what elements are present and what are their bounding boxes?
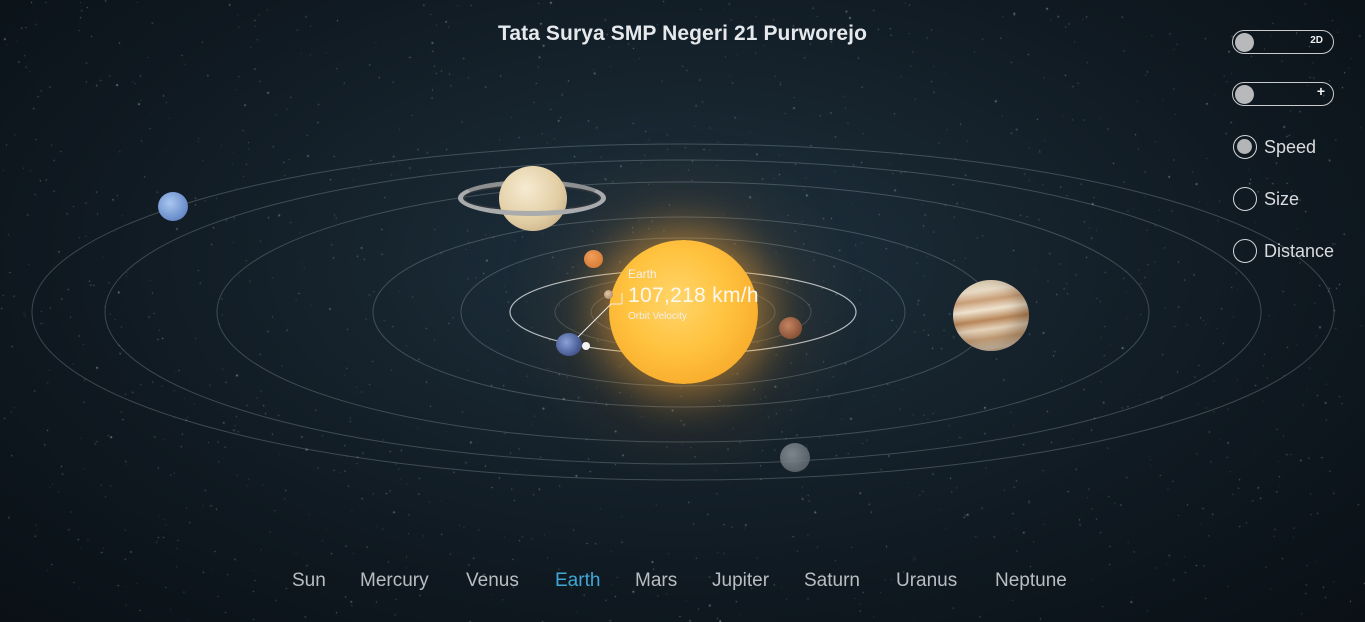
mode-label: Speed	[1264, 137, 1317, 157]
nav-item-earth[interactable]: Earth	[555, 570, 600, 592]
info-caption: Orbit Velocity	[628, 311, 687, 322]
planet-nav: Sun Mercury Venus Earth Mars Jupiter Sat…	[0, 570, 1365, 596]
mode-label: Distance	[1264, 241, 1335, 261]
nav-item-jupiter[interactable]: Jupiter	[712, 570, 769, 592]
zoom-toggle[interactable]: +	[1232, 82, 1334, 106]
nav-item-sun[interactable]: Sun	[292, 570, 326, 592]
view-2d-toggle[interactable]: 2D	[1232, 30, 1334, 54]
nav-item-venus[interactable]: Venus	[466, 570, 519, 592]
radio-button-selected[interactable]	[1233, 135, 1257, 159]
nav-item-mars[interactable]: Mars	[635, 570, 677, 592]
nav-item-uranus[interactable]: Uranus	[896, 570, 957, 592]
nav-item-saturn[interactable]: Saturn	[804, 570, 860, 592]
plus-icon: +	[1316, 83, 1325, 99]
radio-button[interactable]	[1233, 239, 1257, 263]
saturn-ring-front	[458, 180, 606, 216]
toggle-knob	[1235, 32, 1254, 52]
nav-item-neptune[interactable]: Neptune	[995, 570, 1067, 592]
toggle-knob	[1235, 84, 1254, 104]
info-planet-name: Earth	[628, 267, 657, 281]
solar-system-stage: Tata Surya SMP Negeri 21 Purworejo Earth…	[0, 0, 1365, 622]
mode-label: Size	[1264, 189, 1300, 209]
toggle-2d-label: 2D	[1310, 35, 1323, 46]
radio-button[interactable]	[1233, 187, 1257, 211]
info-orbit-velocity-value: 107,218 km/h	[628, 284, 759, 307]
nav-item-mercury[interactable]: Mercury	[360, 570, 429, 592]
